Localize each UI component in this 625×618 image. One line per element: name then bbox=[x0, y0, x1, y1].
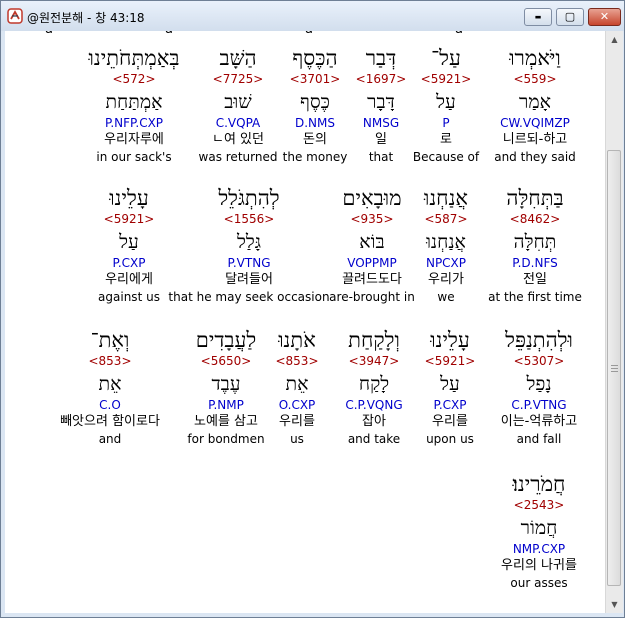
close-button[interactable]: ✕ bbox=[588, 8, 621, 26]
top-partial-line: a a a a bbox=[5, 31, 605, 39]
partial-text: a bbox=[455, 31, 463, 37]
grammar-code: NMP.CXP bbox=[512, 542, 566, 556]
minimize-icon: ▬ bbox=[534, 13, 542, 21]
english-gloss: our asses bbox=[510, 576, 568, 590]
close-icon: ✕ bbox=[599, 10, 610, 23]
word-cell[interactable]: בְּאַמְתְּחֹתֵינוּ <572> אַמְתַּחַת P.NFP.C… bbox=[44, 45, 224, 165]
partial-text: a bbox=[165, 31, 173, 37]
partial-text: a bbox=[45, 31, 53, 37]
grammar-code: P.NFP.CXP bbox=[104, 116, 164, 130]
korean-gloss: 빼앗으려 함이로다 bbox=[60, 414, 160, 429]
hebrew-word: וְאֶת־ bbox=[90, 328, 130, 352]
word-cell[interactable]: חֲמֹרֵינוּ׃ <2543> חֲמוֹר NMP.CXP 우리의 나귀를 our… bbox=[449, 471, 605, 591]
window-title: @원전분해 - 창 43:18 bbox=[27, 11, 145, 25]
english-gloss: against us bbox=[98, 290, 160, 304]
strong-number: <2543> bbox=[513, 498, 565, 512]
strong-number: <5921> bbox=[103, 212, 155, 226]
english-gloss: in our sack's bbox=[96, 150, 172, 164]
english-gloss: and bbox=[98, 432, 122, 446]
maximize-icon: ▢ bbox=[564, 10, 576, 23]
lemma: אֵת bbox=[98, 373, 122, 395]
app-window: @원전분해 - 창 43:18 ▬ ▢ ✕ a a a a וַיֹּאמְרו… bbox=[0, 0, 625, 618]
scroll-thumb[interactable] bbox=[607, 150, 621, 586]
lemma: עַל bbox=[119, 231, 139, 253]
hebrew-word: עָלֵינוּ bbox=[109, 186, 149, 210]
grammar-code: P.CXP bbox=[112, 256, 146, 270]
scroll-down-arrow-icon[interactable]: ▼ bbox=[606, 596, 623, 613]
grammar-code: C.O bbox=[99, 398, 121, 412]
strong-number: <853> bbox=[88, 354, 132, 368]
word-cell[interactable]: וְאֶת־ <853> אֵת C.O 빼앗으려 함이로다 and bbox=[20, 327, 200, 447]
lemma: אַמְתַּחַת bbox=[105, 91, 163, 113]
app-logo-icon bbox=[7, 8, 23, 24]
lemma: חֲמוֹר bbox=[520, 517, 558, 539]
hebrew-word: בְּאַמְתְּחֹתֵינוּ bbox=[88, 46, 180, 70]
word-cell[interactable]: עָלֵינוּ <5921> עַל P.CXP 우리에게 against us bbox=[39, 185, 219, 305]
korean-gloss: 우리자루에 bbox=[104, 132, 164, 147]
scroll-up-arrow-icon[interactable]: ▲ bbox=[606, 31, 623, 48]
minimize-button[interactable]: ▬ bbox=[524, 8, 552, 26]
maximize-button[interactable]: ▢ bbox=[556, 8, 584, 26]
strong-number: <572> bbox=[112, 72, 156, 86]
analysis-panel: a a a a וַיֹּאמְרוּ<559>אָמַרCW.VQIMZP니르… bbox=[5, 31, 605, 613]
partial-text: a bbox=[305, 31, 313, 37]
vertical-scrollbar[interactable]: ▲ ▼ bbox=[605, 31, 623, 613]
hebrew-word: חֲמֹרֵינוּ׃ bbox=[512, 472, 566, 496]
korean-gloss: 우리에게 bbox=[105, 272, 153, 287]
korean-gloss: 우리의 나귀를 bbox=[501, 558, 577, 573]
title-bar[interactable]: @원전분해 - 창 43:18 ▬ ▢ ✕ bbox=[1, 1, 624, 31]
